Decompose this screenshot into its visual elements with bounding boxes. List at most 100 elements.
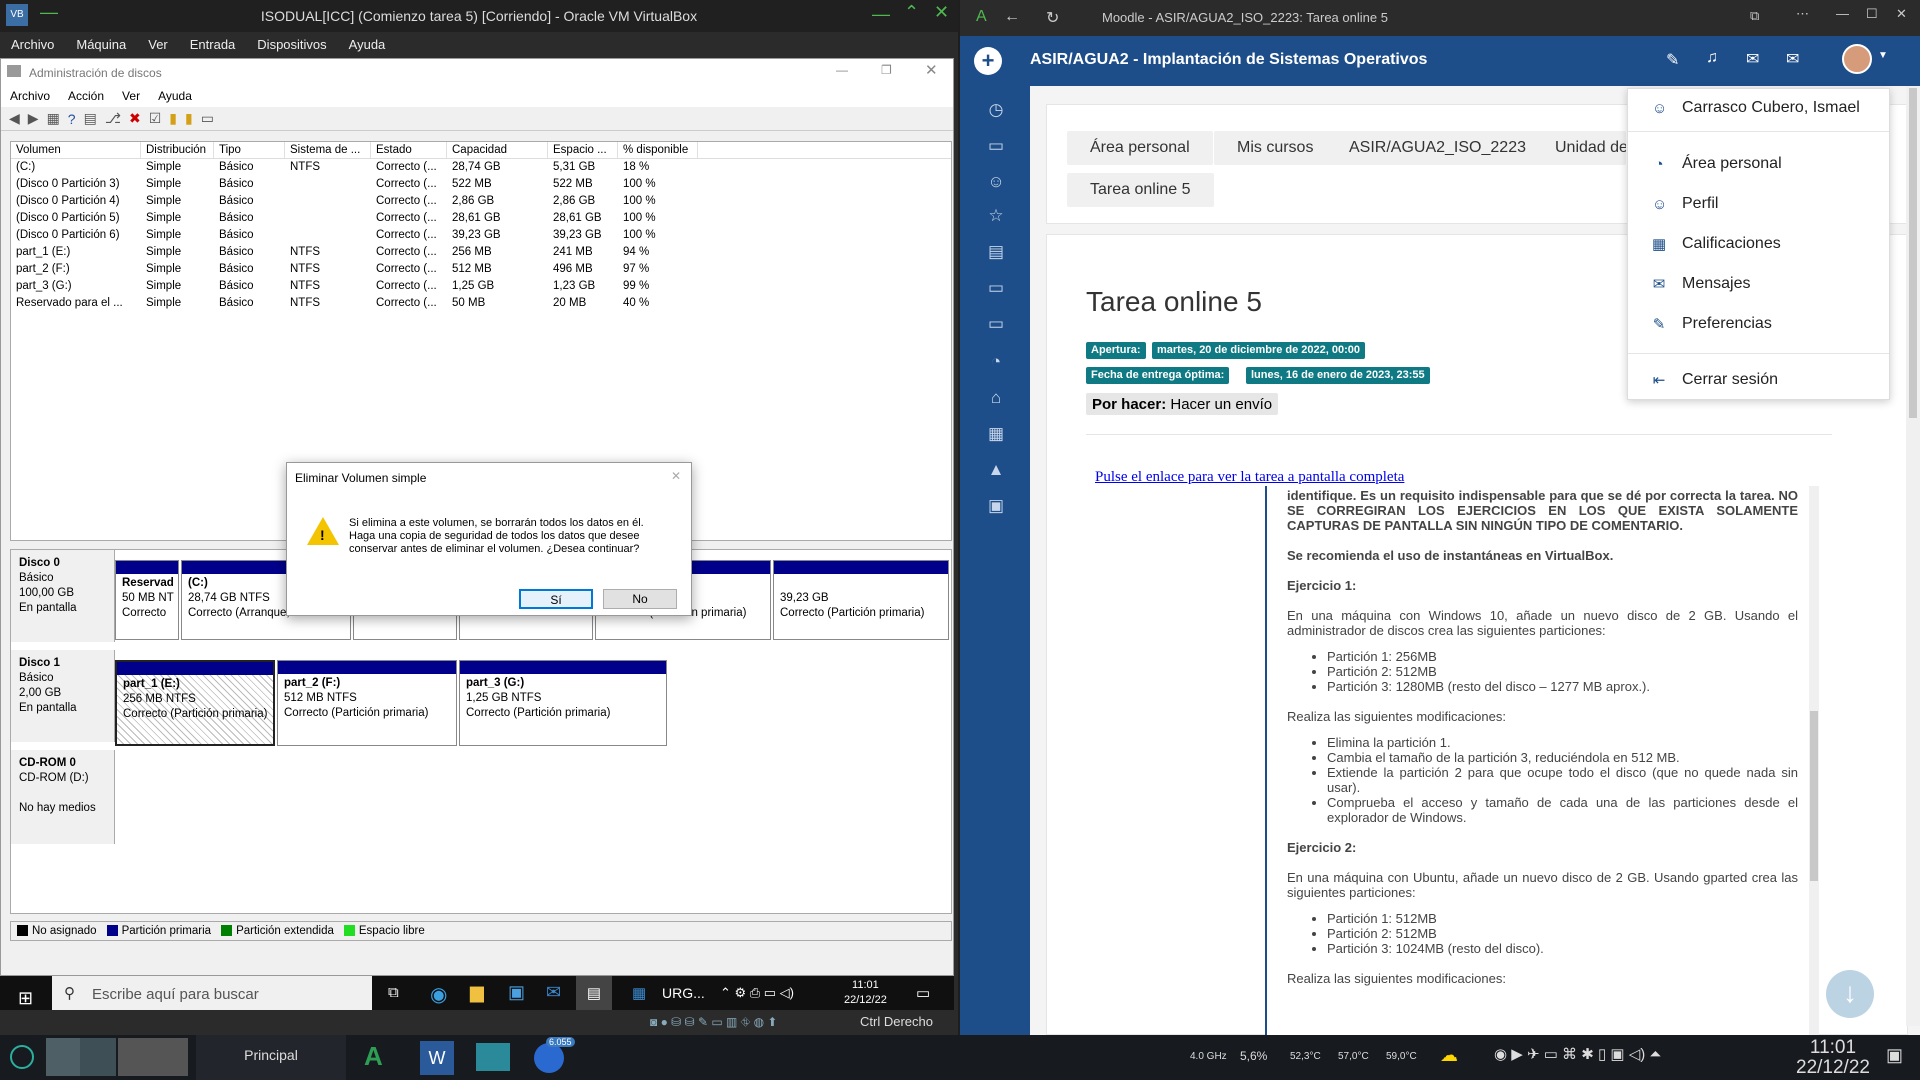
view-icon[interactable]: ▭ xyxy=(201,110,214,127)
table-row[interactable]: (Disco 0 Partición 6) Simple Básico Correct… xyxy=(11,227,951,244)
breadcrumb-area-personal[interactable]: Área personal xyxy=(1067,131,1213,165)
status-icons[interactable]: ◙ ● ⛁ ⛁ ✎ ▭ ▥ ⛗ ◍ ⬆ xyxy=(650,1015,777,1030)
task-view-icon[interactable]: ⧉ xyxy=(388,984,399,1001)
host-clock[interactable]: 11:01 22/12/22 xyxy=(1796,1038,1870,1078)
frame-scrollbar[interactable] xyxy=(1809,486,1819,1035)
menu-dots-icon[interactable]: ⋯ xyxy=(1796,6,1809,22)
dropdown-logout[interactable]: ⇤ Cerrar sesión xyxy=(1652,371,1778,389)
dropdown-user[interactable]: ☺ Carrasco Cubero, Ismael xyxy=(1652,99,1860,117)
table-row[interactable]: (C:) Simple Básico NTFS Correcto (... 28,74 G… xyxy=(11,159,951,176)
col-volumen[interactable]: Volumen xyxy=(11,142,141,158)
tray-icons[interactable]: ⌃ ⚙ ⎙ ▭ ◁) xyxy=(720,985,794,1001)
page-scrollbar[interactable] xyxy=(1906,86,1920,1026)
clock-icon[interactable]: ◷ xyxy=(986,100,1006,120)
minimize-button[interactable]: — xyxy=(1836,6,1849,21)
partition-part1[interactable]: part_1 (E:) 256 MB NTFS Correcto (Partició… xyxy=(115,660,275,746)
breadcrumb-tarea[interactable]: Tarea online 5 xyxy=(1067,173,1214,207)
no-button[interactable]: No xyxy=(603,589,677,609)
maximize-button[interactable]: ⌃ xyxy=(904,2,919,23)
connect-icon[interactable]: ⎇ xyxy=(105,110,121,127)
col-espacio[interactable]: Espacio ... xyxy=(548,142,618,158)
grid-icon[interactable]: ▦ xyxy=(47,110,60,127)
users-icon[interactable]: ☺ xyxy=(986,172,1006,192)
files-app-icon[interactable] xyxy=(476,1043,510,1071)
windows-clock[interactable]: 11:01 22/12/22 xyxy=(844,978,887,1008)
partition-reserved[interactable]: Reservad 50 MB NT Correcto xyxy=(115,560,179,640)
fullscreen-link[interactable]: Pulse el enlace para ver la tarea a pant… xyxy=(1095,469,1404,486)
folder-icon[interactable]: ▭ xyxy=(986,136,1006,156)
minimize-button[interactable]: — xyxy=(836,63,848,77)
table-row[interactable]: (Disco 0 Partición 5) Simple Básico Correct… xyxy=(11,210,951,227)
menu-entrada[interactable]: Entrada xyxy=(179,32,247,58)
chevron-down-icon[interactable]: ▼ xyxy=(1878,50,1888,61)
share-icon[interactable]: ⧉ xyxy=(1750,8,1759,24)
minimize-button[interactable]: — xyxy=(872,4,890,25)
dropdown-perfil[interactable]: ☺ Perfil xyxy=(1652,195,1718,213)
back-icon[interactable]: ← xyxy=(1004,8,1020,26)
menu-ver[interactable]: Ver xyxy=(137,32,179,58)
close-button[interactable]: ✕ xyxy=(934,2,949,23)
back-icon[interactable]: ◀ xyxy=(9,110,20,127)
disk0-label[interactable]: Disco 0 Básico 100,00 GB En pantalla xyxy=(11,550,115,642)
pin-icon[interactable]: ✎ xyxy=(1666,50,1679,70)
table-row[interactable]: part_1 (E:) Simple Básico NTFS Correcto (...… xyxy=(11,244,951,261)
table-row[interactable]: Reservado para el ... Simple Básico NTFS Cor… xyxy=(11,295,951,312)
weather-icon[interactable]: ☁ xyxy=(1440,1045,1458,1066)
dropdown-mensajes[interactable]: ✉ Mensajes xyxy=(1652,275,1751,293)
menu-ayuda[interactable]: Ayuda xyxy=(338,32,397,58)
dialog-close-button[interactable]: ✕ xyxy=(671,469,681,483)
menu-archivo[interactable]: Archivo xyxy=(0,32,65,58)
dropdown-preferencias[interactable]: ✎ Preferencias xyxy=(1652,315,1772,333)
files-icon[interactable]: ▣ xyxy=(986,496,1006,516)
close-button[interactable]: ✕ xyxy=(925,61,938,79)
col-sistema[interactable]: Sistema de ... xyxy=(285,142,371,158)
dropdown-area-personal[interactable]: ◔ Área personal xyxy=(1652,155,1781,173)
help-icon[interactable]: ? xyxy=(68,111,76,127)
menu-maquina[interactable]: Máquina xyxy=(65,32,137,58)
table-row[interactable]: part_3 (G:) Simple Básico NTFS Correcto (...… xyxy=(11,278,951,295)
forward-icon[interactable]: ▶ xyxy=(28,110,39,127)
graduation-icon[interactable]: ▲ xyxy=(986,460,1006,480)
add-icon[interactable]: + xyxy=(974,47,1002,75)
reload-icon[interactable]: ↻ xyxy=(1046,8,1059,28)
col-estado[interactable]: Estado xyxy=(371,142,447,158)
scroll-down-button[interactable]: ↓ xyxy=(1826,970,1874,1018)
col-capacidad[interactable]: Capacidad xyxy=(447,142,548,158)
yes-button[interactable]: Sí xyxy=(519,589,593,609)
menu-ayuda[interactable]: Ayuda xyxy=(149,85,201,107)
edge-icon[interactable]: ◉ xyxy=(430,982,447,1007)
news-icon[interactable]: ▦ xyxy=(632,984,646,1002)
properties-icon[interactable]: ▤ xyxy=(84,110,97,127)
virtualbox-app-icon[interactable]: W xyxy=(420,1041,454,1075)
store-icon[interactable]: ▣ xyxy=(508,982,525,1003)
menu-archivo[interactable]: Archivo xyxy=(1,85,59,107)
moodle-app-icon[interactable]: A xyxy=(364,1041,383,1072)
table-row[interactable]: (Disco 0 Partición 4) Simple Básico Correct… xyxy=(11,193,951,210)
breadcrumb-mis-cursos[interactable]: Mis cursos xyxy=(1214,131,1337,165)
breadcrumb-unidad[interactable]: Unidad de xyxy=(1532,131,1626,165)
menu-ver[interactable]: Ver xyxy=(113,85,149,107)
mail-icon[interactable]: ✉ xyxy=(546,982,561,1003)
restore-button[interactable]: ❐ xyxy=(881,63,892,77)
calendar-icon[interactable]: ▦ xyxy=(986,424,1006,444)
folder-icon[interactable]: ▮ xyxy=(169,110,177,127)
partition-6[interactable]: 39,23 GB Correcto (Partición primaria) xyxy=(773,560,949,640)
messages-icon[interactable]: ✉ xyxy=(1786,49,1799,69)
table-row[interactable]: (Disco 0 Partición 3) Simple Básico Correct… xyxy=(11,176,951,193)
dropdown-calificaciones[interactable]: ▦ Calificaciones xyxy=(1652,235,1781,253)
col-disponible[interactable]: % disponible xyxy=(618,142,698,158)
course-title[interactable]: ASIR/AGUA2 - Implantación de Sistemas Op… xyxy=(1030,51,1427,69)
workspace-3[interactable] xyxy=(118,1038,188,1076)
book-icon[interactable]: ▤ xyxy=(986,242,1006,262)
col-distribucion[interactable]: Distribución xyxy=(141,142,214,158)
workspace-2[interactable] xyxy=(80,1038,116,1076)
partition-part2[interactable]: part_2 (F:) 512 MB NTFS Correcto (Partició… xyxy=(277,660,457,746)
desktop-icon[interactable]: ▣ xyxy=(1886,1045,1903,1066)
cdrom-label[interactable]: CD-ROM 0 CD-ROM (D:) No hay medios xyxy=(11,750,115,844)
close-button[interactable]: ✕ xyxy=(1896,6,1907,22)
launcher-icon[interactable] xyxy=(10,1045,34,1069)
partition-part3[interactable]: part_3 (G:) 1,25 GB NTFS Correcto (Partici… xyxy=(459,660,667,746)
telegram-app-icon[interactable] xyxy=(534,1043,564,1073)
check-icon[interactable]: ☑ xyxy=(149,110,162,127)
tray-icons[interactable]: ◉ ▶ ✈ ▭ ⌘ ✱ ▯ ▣ ◁) ⏶ xyxy=(1494,1045,1661,1063)
